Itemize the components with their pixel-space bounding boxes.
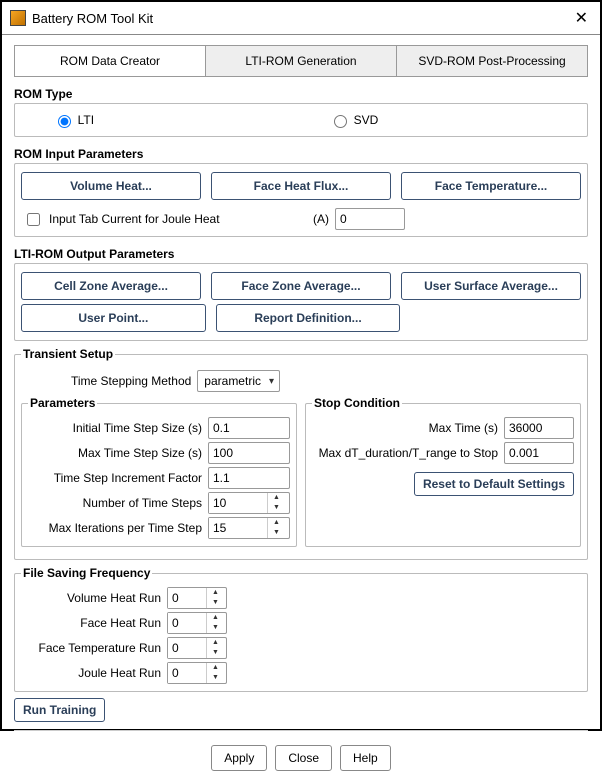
chevron-down-icon[interactable]: ▼ <box>207 648 224 658</box>
user-surface-average-button[interactable]: User Surface Average... <box>401 272 581 300</box>
radio-svd[interactable] <box>334 115 347 128</box>
file-saving-group: File Saving Frequency Volume Heat Run ▲▼… <box>14 566 588 692</box>
chevron-down-icon[interactable]: ▼ <box>268 503 285 513</box>
rom-input-title: ROM Input Parameters <box>14 147 588 161</box>
joule-heat-run-spinner[interactable]: ▲▼ <box>167 662 227 684</box>
max-iter-spinner[interactable]: ▲▼ <box>208 517 290 539</box>
chevron-up-icon[interactable]: ▲ <box>207 588 224 598</box>
num-steps-input[interactable] <box>209 493 267 513</box>
user-point-button[interactable]: User Point... <box>21 304 206 332</box>
tab-svd-rom-post-processing[interactable]: SVD-ROM Post-Processing <box>397 46 587 76</box>
close-icon[interactable]: ✕ <box>571 8 592 28</box>
radio-lti-label: LTI <box>78 113 94 127</box>
lti-output-title: LTI-ROM Output Parameters <box>14 247 588 261</box>
rom-input-group: Volume Heat... Face Heat Flux... Face Te… <box>14 163 588 237</box>
increment-input[interactable] <box>208 467 290 489</box>
transient-title: Transient Setup <box>21 347 115 361</box>
time-stepping-select[interactable]: parametric <box>197 370 280 392</box>
initial-step-input[interactable] <box>208 417 290 439</box>
face-temp-run-label: Face Temperature Run <box>21 641 161 655</box>
footer: Apply Close Help <box>14 739 588 773</box>
joule-current-input[interactable] <box>335 208 405 230</box>
num-steps-label: Number of Time Steps <box>83 496 202 510</box>
app-icon <box>10 10 26 26</box>
max-step-input[interactable] <box>208 442 290 464</box>
joule-heat-checkbox[interactable] <box>27 213 40 226</box>
transient-setup-group: Transient Setup Time Stepping Method par… <box>14 347 588 560</box>
apply-button[interactable]: Apply <box>211 745 267 771</box>
chevron-up-icon[interactable]: ▲ <box>268 493 285 503</box>
reset-defaults-button[interactable]: Reset to Default Settings <box>414 472 574 496</box>
tab-lti-rom-generation[interactable]: LTI-ROM Generation <box>206 46 397 76</box>
max-iter-input[interactable] <box>209 518 267 538</box>
help-button[interactable]: Help <box>340 745 391 771</box>
joule-heat-run-input[interactable] <box>168 663 206 683</box>
rom-type-title: ROM Type <box>14 87 588 101</box>
tab-rom-data-creator[interactable]: ROM Data Creator <box>15 46 206 76</box>
parameters-group: Parameters Initial Time Step Size (s) Ma… <box>21 396 297 547</box>
face-heat-run-label: Face Heat Run <box>21 616 161 630</box>
cell-zone-average-button[interactable]: Cell Zone Average... <box>21 272 201 300</box>
close-button[interactable]: Close <box>275 745 332 771</box>
chevron-down-icon[interactable]: ▼ <box>207 673 224 683</box>
face-temp-run-spinner[interactable]: ▲▼ <box>167 637 227 659</box>
max-time-label: Max Time (s) <box>429 421 498 435</box>
max-iter-label: Max Iterations per Time Step <box>49 521 202 535</box>
parameters-title: Parameters <box>28 396 97 410</box>
tab-bar: ROM Data Creator LTI-ROM Generation SVD-… <box>14 45 588 77</box>
stop-condition-group: Stop Condition Max Time (s) Max dT_durat… <box>305 396 581 547</box>
face-heat-flux-button[interactable]: Face Heat Flux... <box>211 172 391 200</box>
time-stepping-label: Time Stepping Method <box>71 374 191 388</box>
volume-heat-run-spinner[interactable]: ▲▼ <box>167 587 227 609</box>
rom-type-group: LTI SVD <box>14 103 588 137</box>
volume-heat-run-label: Volume Heat Run <box>21 591 161 605</box>
joule-heat-run-label: Joule Heat Run <box>21 666 161 680</box>
max-step-label: Max Time Step Size (s) <box>78 446 202 460</box>
face-heat-run-input[interactable] <box>168 613 206 633</box>
chevron-down-icon[interactable]: ▼ <box>207 623 224 633</box>
chevron-up-icon[interactable]: ▲ <box>207 663 224 673</box>
stop-title: Stop Condition <box>312 396 402 410</box>
dt-stop-input[interactable] <box>504 442 574 464</box>
face-temp-run-input[interactable] <box>168 638 206 658</box>
lti-output-group: Cell Zone Average... Face Zone Average..… <box>14 263 588 341</box>
file-saving-title: File Saving Frequency <box>21 566 152 580</box>
joule-unit-label: (A) <box>313 212 329 226</box>
window-title: Battery ROM Tool Kit <box>32 11 571 26</box>
face-heat-run-spinner[interactable]: ▲▼ <box>167 612 227 634</box>
max-time-input[interactable] <box>504 417 574 439</box>
chevron-up-icon[interactable]: ▲ <box>268 518 285 528</box>
titlebar: Battery ROM Tool Kit ✕ <box>2 2 600 35</box>
face-zone-average-button[interactable]: Face Zone Average... <box>211 272 391 300</box>
face-temperature-button[interactable]: Face Temperature... <box>401 172 581 200</box>
main-content: ROM Data Creator LTI-ROM Generation SVD-… <box>2 35 600 779</box>
volume-heat-button[interactable]: Volume Heat... <box>21 172 201 200</box>
radio-lti[interactable] <box>58 115 71 128</box>
initial-step-label: Initial Time Step Size (s) <box>73 421 202 435</box>
volume-heat-run-input[interactable] <box>168 588 206 608</box>
chevron-down-icon[interactable]: ▼ <box>268 528 285 538</box>
chevron-down-icon[interactable]: ▼ <box>207 598 224 608</box>
report-definition-button[interactable]: Report Definition... <box>216 304 401 332</box>
dt-stop-label: Max dT_duration/T_range to Stop <box>319 446 498 460</box>
chevron-up-icon[interactable]: ▲ <box>207 613 224 623</box>
run-training-button[interactable]: Run Training <box>14 698 105 722</box>
increment-label: Time Step Increment Factor <box>54 471 202 485</box>
joule-heat-checkbox-label: Input Tab Current for Joule Heat <box>49 212 220 226</box>
chevron-up-icon[interactable]: ▲ <box>207 638 224 648</box>
num-steps-spinner[interactable]: ▲▼ <box>208 492 290 514</box>
radio-svd-label: SVD <box>354 113 379 127</box>
